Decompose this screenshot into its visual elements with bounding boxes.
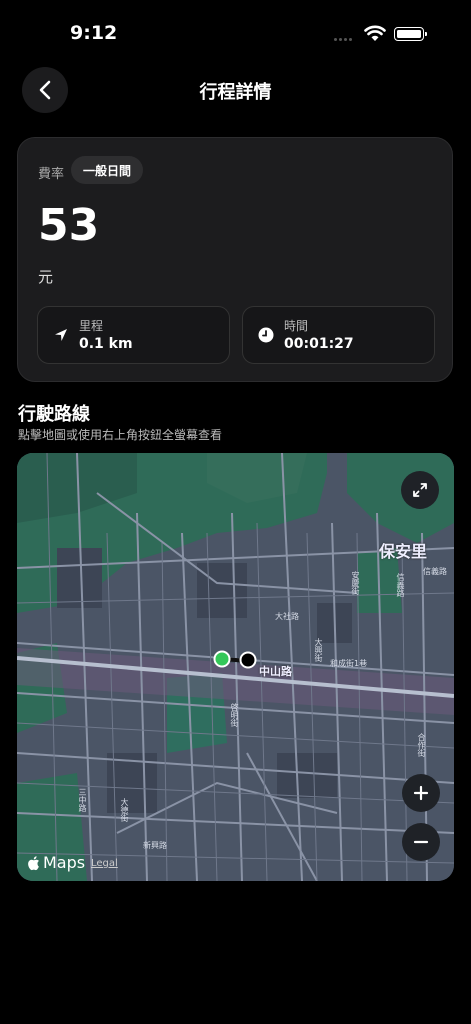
route-map[interactable]: 保安里 中山路 大社路 大興街 和成街1巷 信義路 三中路 大德街 新興路 啓明…	[17, 453, 454, 881]
fare-unit: 元	[38, 268, 54, 286]
expand-icon	[413, 483, 427, 497]
street-label: 安慶街	[351, 571, 360, 595]
route-title: 行駛路線	[18, 404, 90, 425]
street-label: 啓明街	[230, 703, 239, 727]
rate-type-badge: 一般日間	[71, 156, 144, 184]
street-label: 大德街	[120, 798, 129, 822]
road-label: 中山路	[259, 665, 292, 678]
street-label: 新興路	[143, 841, 167, 850]
plus-icon	[413, 785, 429, 801]
cellular-signal-icon	[334, 38, 352, 41]
legal-link[interactable]: Legal	[91, 858, 118, 869]
duration-label: 時間	[284, 319, 309, 333]
rate-label: 費率	[38, 167, 65, 182]
wifi-icon	[364, 25, 386, 41]
fare-amount: 53	[38, 200, 100, 251]
status-bar: 9:12	[0, 0, 471, 60]
route-subtitle: 點擊地圖或使用右上角按鈕全螢幕查看	[18, 428, 223, 442]
duration-stat: 時間 00:01:27	[242, 306, 435, 364]
duration-value: 00:01:27	[284, 336, 354, 352]
location-arrow-icon	[55, 329, 67, 341]
map-tiles	[17, 453, 454, 881]
street-label: 合作街	[417, 733, 426, 757]
street-label: 信義路	[423, 567, 447, 576]
clock-icon	[258, 327, 274, 343]
street-label: 三中路	[78, 788, 87, 812]
maps-attribution: Maps	[27, 853, 85, 872]
end-marker	[239, 651, 257, 669]
fare-card: 費率 一般日間 53 元 里程 0.1 km 時間 00:01:27	[17, 137, 453, 382]
distance-value: 0.1 km	[79, 336, 133, 352]
status-time: 9:12	[70, 22, 118, 44]
street-label: 大興街	[314, 638, 323, 662]
zoom-out-button[interactable]	[402, 823, 440, 861]
zoom-in-button[interactable]	[402, 774, 440, 812]
distance-label: 里程	[79, 319, 104, 333]
street-label: 大社路	[275, 612, 299, 621]
district-label: 保安里	[379, 542, 428, 561]
maps-brand-label: Maps	[43, 853, 86, 872]
apple-logo-icon	[28, 855, 39, 870]
street-label: 和成街1巷	[330, 659, 368, 668]
street-label: 信義路	[396, 573, 405, 597]
battery-icon	[394, 27, 427, 41]
page-title: 行程詳情	[199, 82, 272, 103]
distance-stat: 里程 0.1 km	[37, 306, 230, 364]
minus-icon	[413, 840, 429, 844]
start-marker	[213, 650, 231, 668]
fullscreen-button[interactable]	[401, 471, 439, 509]
